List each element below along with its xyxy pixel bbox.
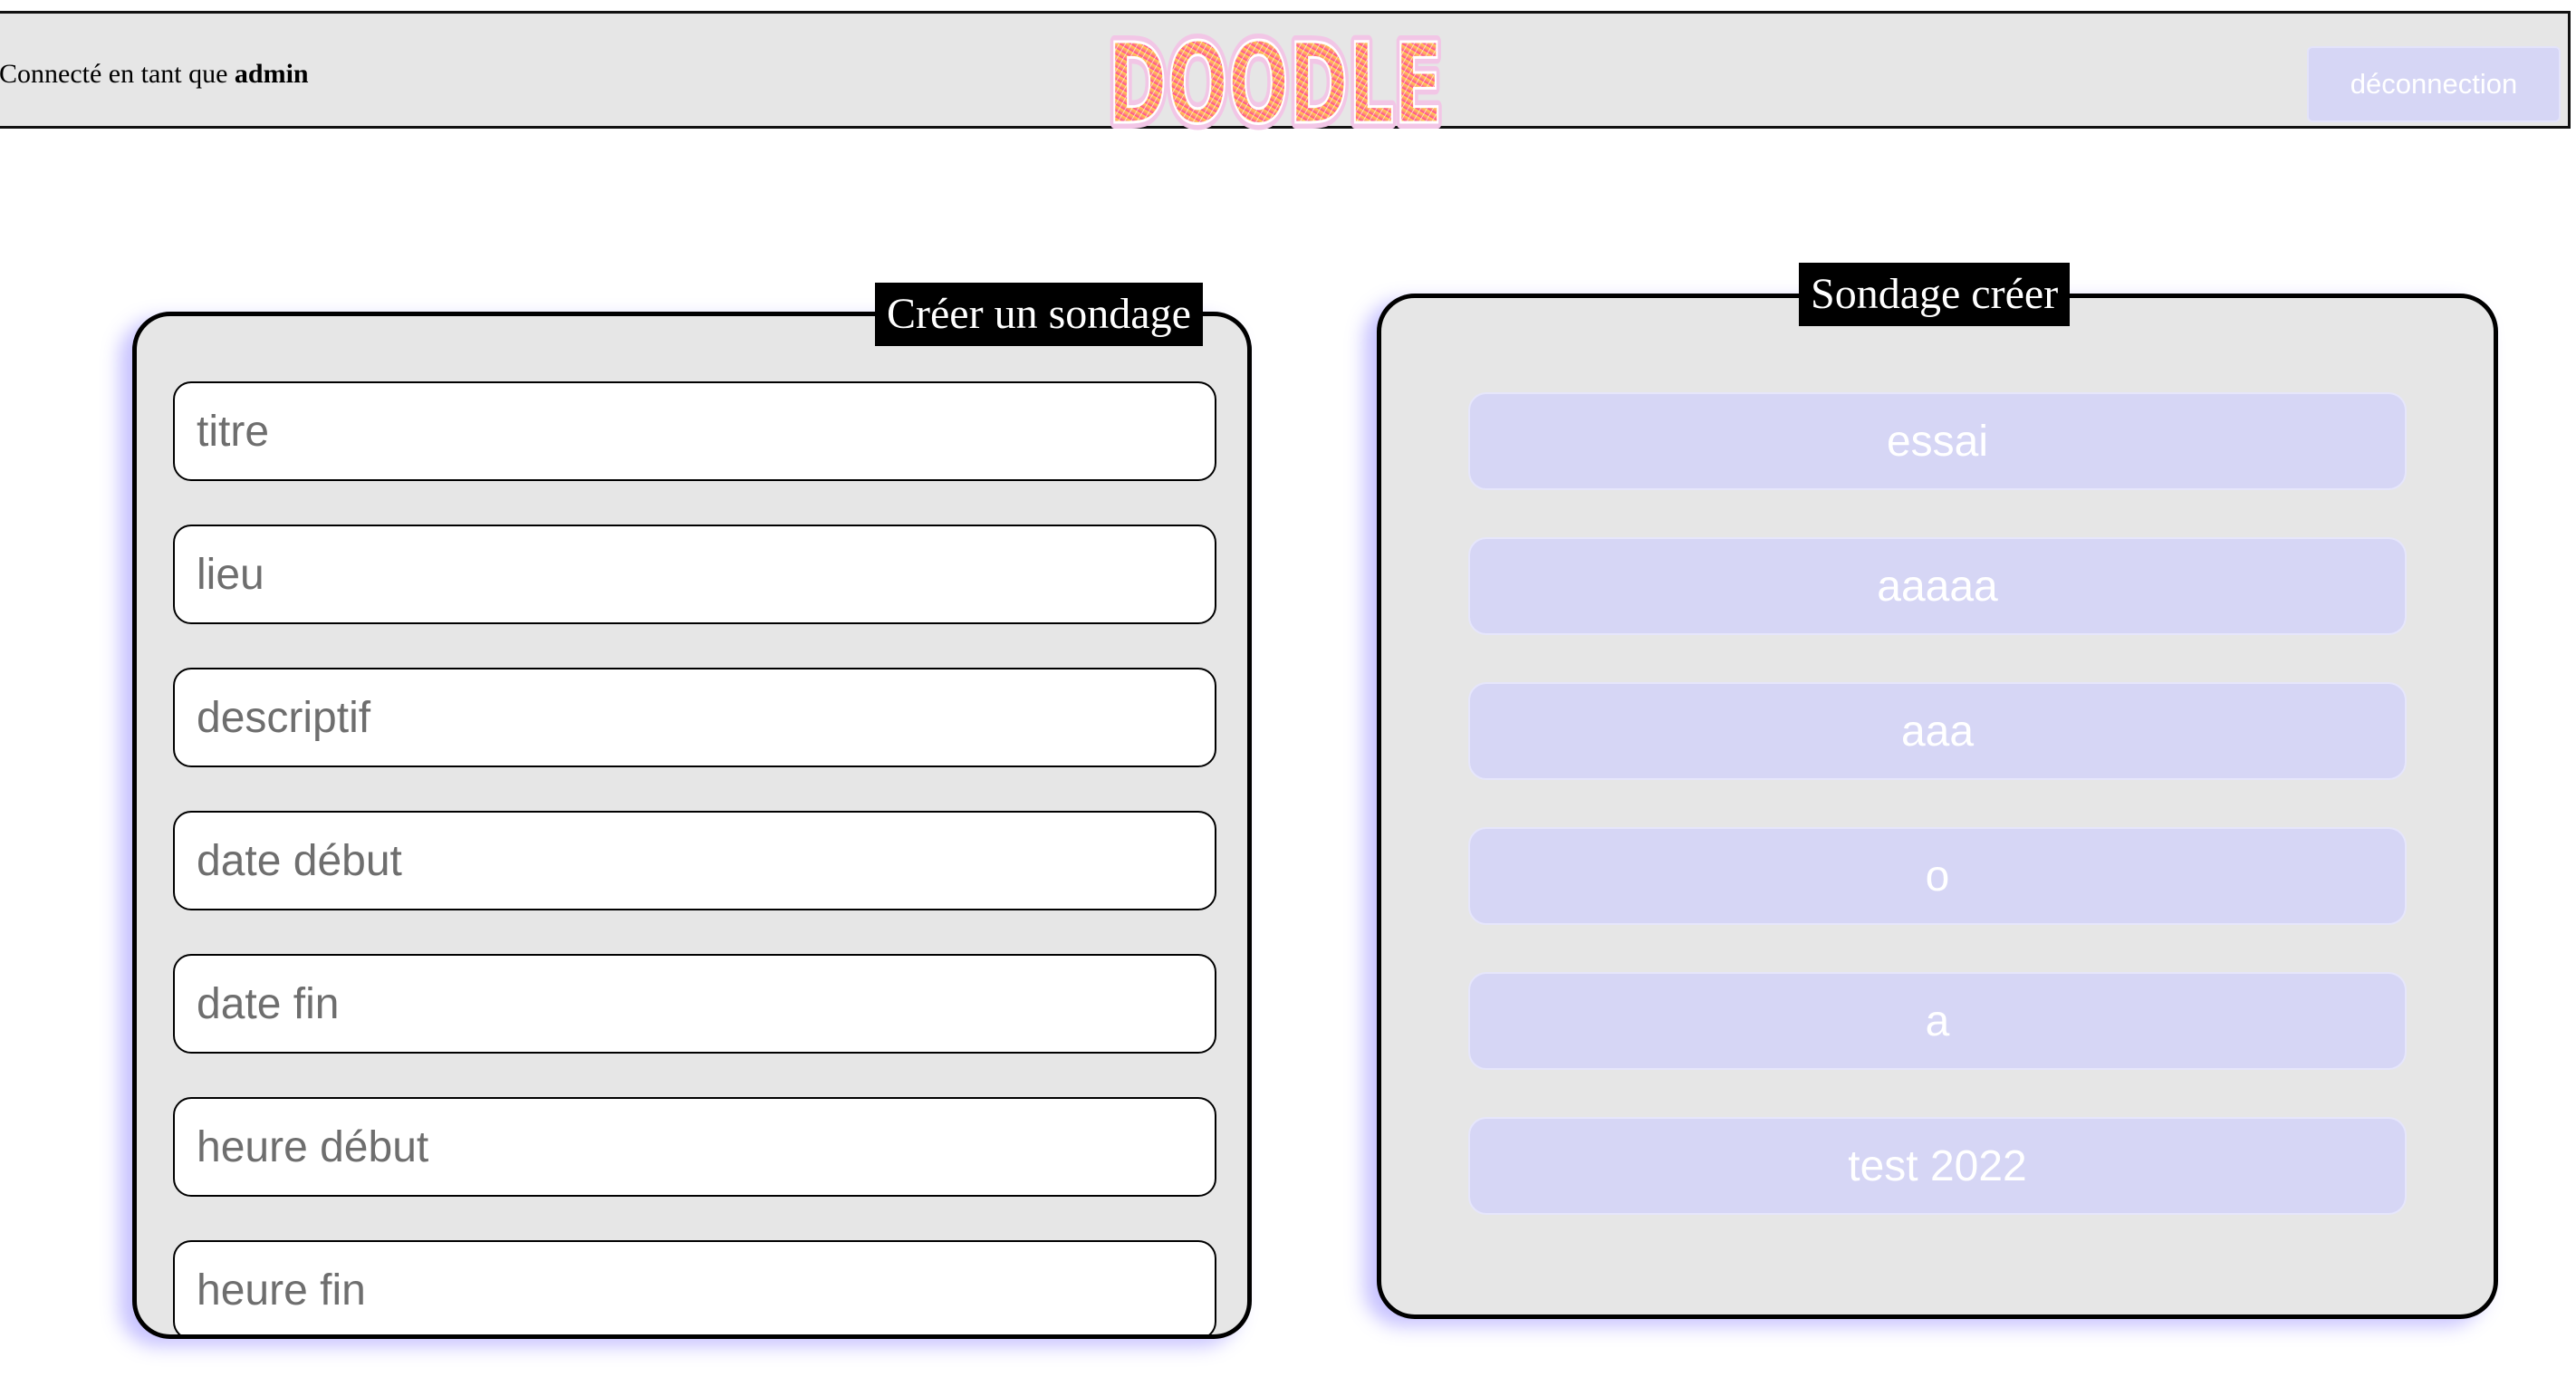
end-time-input[interactable] bbox=[173, 1240, 1216, 1334]
doodle-logo: DOODLE DOODLE bbox=[1101, 21, 1449, 139]
title-input[interactable] bbox=[173, 381, 1216, 481]
start-date-input[interactable] bbox=[173, 811, 1216, 910]
poll-item-essai[interactable]: essai bbox=[1468, 392, 2407, 490]
poll-item-aaa[interactable]: aaa bbox=[1468, 682, 2407, 780]
created-polls-panel: essai aaaaa aaa o a test 2022 bbox=[1377, 294, 2498, 1319]
location-input[interactable] bbox=[173, 525, 1216, 624]
poll-item-test-2022[interactable]: test 2022 bbox=[1468, 1117, 2407, 1215]
start-time-input[interactable] bbox=[173, 1097, 1216, 1197]
header-bar: Connecté en tant que admin DOODLE DOODLE… bbox=[0, 11, 2571, 139]
login-prefix: Connecté en tant que bbox=[0, 59, 235, 89]
poll-item-aaaaa[interactable]: aaaaa bbox=[1468, 537, 2407, 635]
logout-button[interactable]: déconnection bbox=[2307, 46, 2561, 122]
logo-text: DOODLE bbox=[1108, 21, 1443, 139]
create-poll-panel bbox=[132, 312, 1252, 1339]
create-poll-title: Créer un sondage bbox=[875, 283, 1203, 346]
end-date-input[interactable] bbox=[173, 954, 1216, 1054]
poll-item-a[interactable]: a bbox=[1468, 972, 2407, 1070]
logged-in-status: Connecté en tant que admin bbox=[0, 59, 309, 90]
poll-item-o[interactable]: o bbox=[1468, 827, 2407, 925]
created-polls-title: Sondage créer bbox=[1799, 263, 2071, 326]
username: admin bbox=[234, 59, 309, 89]
description-input[interactable] bbox=[173, 668, 1216, 767]
